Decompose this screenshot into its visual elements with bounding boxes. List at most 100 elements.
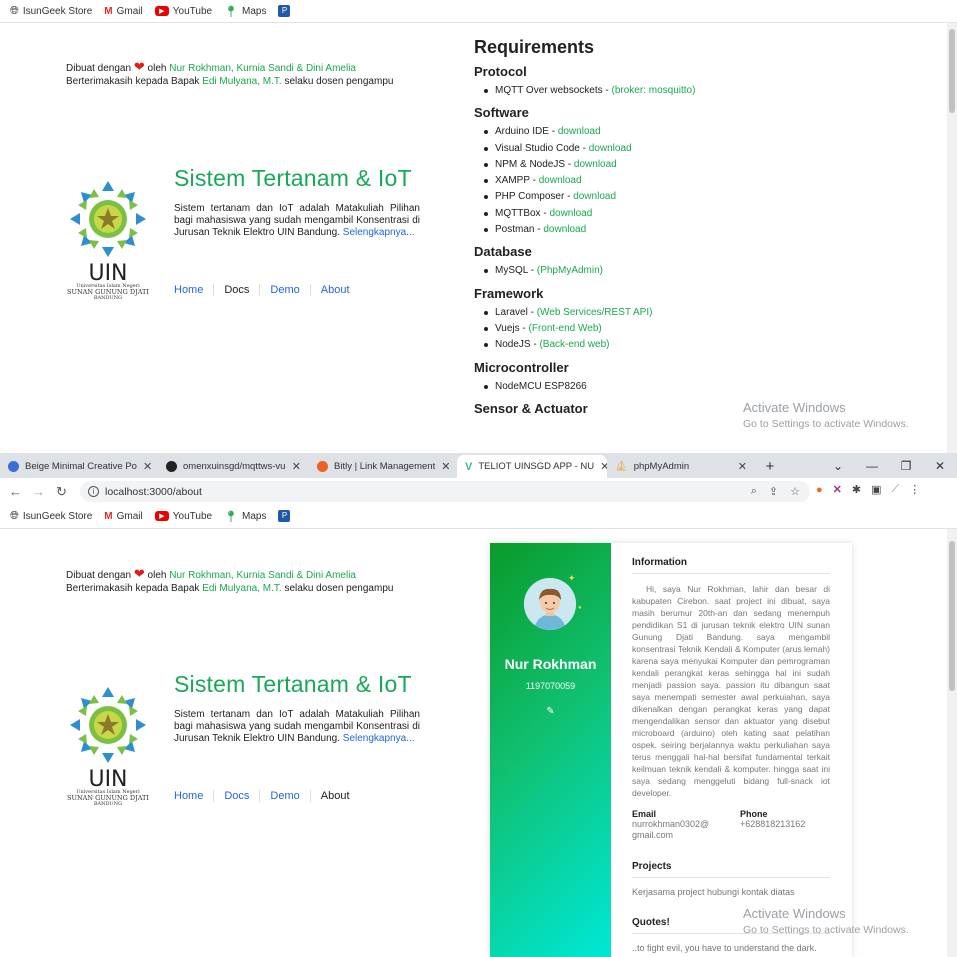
bookmark-label: Maps	[242, 5, 267, 17]
tab-bitly[interactable]: Bitly | Link Management ✕	[309, 455, 457, 478]
canva-icon	[8, 461, 19, 472]
bookmark-gmail[interactable]: M Gmail	[104, 511, 142, 522]
edit-icon[interactable]: ⟋	[892, 483, 900, 496]
close-icon[interactable]: ✕	[738, 460, 747, 473]
list-item: MQTT Over websockets - (broker: mosquitt…	[484, 83, 944, 99]
credits: Dibuat dengan ❤ oleh Nur Rokhman, Kurnia…	[66, 566, 394, 594]
bookmark-label: IsunGeek Store	[22, 510, 93, 522]
bookmark-isungeek[interactable]: 🌐︎ IsunGeek Store	[10, 5, 92, 18]
requirement-link[interactable]: (Front-end Web)	[529, 323, 602, 334]
close-icon[interactable]: ✕	[441, 460, 450, 473]
requirement-link[interactable]: download	[558, 126, 601, 137]
close-icon[interactable]: ✕	[292, 460, 301, 473]
url-text[interactable]: localhost:3000/about	[105, 486, 202, 498]
list-item: Laravel - (Web Services/REST API)	[484, 305, 944, 321]
edit-icon[interactable]: ✎	[490, 706, 611, 717]
authors-link[interactable]: Nur Rokhman, Kurnia Sandi & Dini Amelia	[169, 63, 356, 74]
bookmark-youtube[interactable]: ▶ YouTube	[154, 6, 212, 17]
requirement-link[interactable]: (broker: mosquitto)	[612, 85, 696, 96]
bookmark-maps[interactable]: 📍︎ Maps	[224, 5, 266, 18]
bookmark-gmail[interactable]: M Gmail	[104, 6, 142, 17]
back-arrow-icon[interactable]: ←	[4, 484, 27, 499]
forward-arrow-icon[interactable]: →	[27, 484, 50, 499]
tab-teliot-active[interactable]: V TELIOT UINSGD APP - NU ✕	[457, 455, 607, 478]
close-icon[interactable]: ✕	[600, 460, 607, 473]
bookmark-label: YouTube	[172, 510, 213, 522]
scrollbar-bottom[interactable]	[947, 529, 957, 957]
requirement-link[interactable]: (Back-end web)	[539, 339, 609, 350]
list-item: Visual Studio Code - download	[484, 141, 944, 157]
bookmark-maps[interactable]: 📍︎ Maps	[224, 510, 266, 523]
hero-title: Sistem Tertanam & IoT	[174, 165, 412, 191]
star-icon[interactable]: ☆	[790, 485, 800, 498]
requirement-link[interactable]: download	[549, 208, 592, 219]
requirement-link[interactable]: download	[589, 143, 632, 154]
bookmark-p-app[interactable]: P	[278, 5, 291, 17]
close-icon[interactable]: ✕	[143, 460, 152, 473]
read-more-link[interactable]: Selengkapnya...	[343, 733, 415, 744]
reload-icon[interactable]: ↻	[50, 484, 73, 500]
authors-link[interactable]: Nur Rokhman, Kurnia Sandi & Dini Amelia	[169, 570, 356, 581]
requirement-link[interactable]: (Web Services/REST API)	[537, 307, 653, 318]
tab-beige-minimal[interactable]: Beige Minimal Creative Po ✕	[0, 455, 158, 478]
divider	[632, 877, 830, 878]
share-icon[interactable]: ⇪	[769, 485, 778, 498]
requirements-list: Protocol MQTT Over websockets - (broker: …	[474, 64, 944, 416]
new-tab-button[interactable]: +	[755, 455, 785, 478]
tab-phpmyadmin[interactable]: ⛵︎ phpMyAdmin ✕	[607, 455, 755, 478]
requirements-items: MQTT Over websockets - (broker: mosquitt…	[484, 83, 944, 99]
tab-search-button[interactable]: ⌄	[821, 459, 855, 473]
requirements-items: NodeMCU ESP8266	[484, 379, 944, 395]
scrollbar-top[interactable]	[947, 23, 957, 453]
projects-heading: Projects	[632, 861, 672, 872]
tab-github[interactable]: omenxuinsgd/mqttws-vu ✕	[158, 455, 309, 478]
advisor-link[interactable]: Edi Mulyana, M.T.	[202, 76, 281, 87]
scrollbar-thumb[interactable]	[949, 29, 955, 113]
bookmark-p-app[interactable]: P	[278, 510, 291, 522]
nav-home[interactable]: Home	[174, 284, 213, 296]
bitly-icon	[317, 461, 328, 472]
nav-about[interactable]: About	[309, 790, 360, 802]
bookmark-youtube[interactable]: ▶ YouTube	[154, 510, 213, 522]
requirement-link[interactable]: download	[573, 191, 616, 202]
requirement-link[interactable]: download	[539, 175, 582, 186]
nav-demo[interactable]: Demo	[259, 284, 309, 296]
requirement-link[interactable]: download	[543, 224, 586, 235]
zoom-icon[interactable]: ⌕	[751, 485, 757, 498]
menu-icon[interactable]: ⋮	[909, 483, 920, 496]
bookmark-isungeek[interactable]: 🌐︎ IsunGeek Store	[10, 510, 92, 523]
puzzle-icon[interactable]: ✱	[852, 483, 861, 496]
restore-button[interactable]: ❐	[889, 459, 923, 473]
info-icon[interactable]: i	[88, 486, 99, 497]
address-bar[interactable]: i localhost:3000/about ⌕ ⇪ ☆	[80, 481, 810, 502]
bookmarks-bar: 🌐︎ IsunGeek Store M Gmail ▶ YouTube 📍︎ M…	[0, 505, 957, 527]
tab-label: Beige Minimal Creative Po	[25, 461, 137, 472]
list-item: Postman - download	[484, 222, 944, 238]
read-more-link[interactable]: Selengkapnya...	[343, 227, 415, 238]
sidepanel-icon[interactable]: ▣	[871, 483, 881, 496]
profile-details: Information Hi, saya Nur Rokhman, lahir …	[632, 543, 830, 954]
nav-about[interactable]: About	[309, 284, 360, 296]
nav-docs[interactable]: Docs	[213, 284, 259, 296]
nav-docs[interactable]: Docs	[213, 790, 259, 802]
requirement-link[interactable]: (PhpMyAdmin)	[537, 265, 603, 276]
extensions: ● ✕ ✱ ▣ ⟋ ⋮	[816, 483, 920, 496]
globe-icon: 🌐︎	[10, 4, 19, 17]
requirements-heading: Framework	[474, 285, 544, 301]
phone-label: Phone	[740, 809, 768, 819]
scrollbar-thumb[interactable]	[949, 541, 955, 691]
minimize-button[interactable]: —	[855, 459, 889, 473]
requirement-link[interactable]: download	[574, 159, 617, 170]
nav-home[interactable]: Home	[174, 790, 213, 802]
github-icon	[166, 461, 177, 472]
extension-orange-icon[interactable]: ●	[816, 484, 823, 496]
profile-card: ✦ ● Nur Rokhman 1197070059 ✎ Information…	[490, 543, 852, 957]
hero-title: Sistem Tertanam & IoT	[174, 671, 412, 697]
extension-purple-icon[interactable]: ✕	[833, 483, 842, 496]
activate-windows-watermark: Activate Windows Go to Settings to activ…	[743, 400, 909, 430]
p-app-icon: P	[278, 5, 291, 17]
advisor-link[interactable]: Edi Mulyana, M.T.	[202, 583, 281, 594]
list-item: PHP Composer - download	[484, 189, 944, 205]
nav-demo[interactable]: Demo	[259, 790, 309, 802]
close-window-button[interactable]: ✕	[923, 459, 957, 473]
